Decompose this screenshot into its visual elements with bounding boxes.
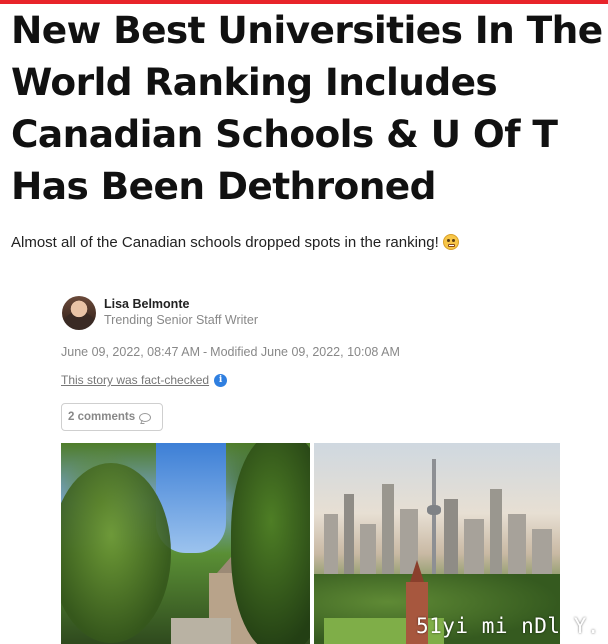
fact-check-link[interactable]: This story was fact-checked <box>61 373 209 387</box>
date-separator: - <box>203 345 208 359</box>
author-avatar[interactable] <box>62 296 96 330</box>
watermark-text: 51yi mi nDl Y. <box>416 614 601 638</box>
comments-label: 2 comments <box>68 411 136 423</box>
modified-date: Modified June 09, 2022, 10:08 AM <box>210 345 400 359</box>
headline-line: Has Been Dethroned <box>11 164 436 208</box>
info-icon[interactable]: i <box>214 373 228 387</box>
author-name[interactable]: Lisa Belmonte <box>104 297 258 312</box>
author-role: Trending Senior Staff Writer <box>104 313 259 327</box>
article-dates: June 09, 2022, 08:47 AM - Modified June 09… <box>61 345 400 359</box>
comments-button[interactable]: 2 comments <box>61 403 163 431</box>
author-byline[interactable]: Lisa Belmonte Trending Senior Staff Writ… <box>62 296 258 330</box>
headline-line: Canadian Schools & U Of T <box>11 112 558 156</box>
article-headline: New Best Universities In The World Ranki… <box>11 4 603 212</box>
article-dek: Almost all of the Canadian schools dropp… <box>11 233 601 253</box>
campus-trees-photo[interactable] <box>61 443 310 644</box>
author-info: Lisa Belmonte Trending Senior Staff Writ… <box>104 297 258 329</box>
grimacing-face-icon <box>442 234 459 250</box>
headline-line: World Ranking Includes <box>11 60 498 104</box>
comment-bubble-icon <box>139 412 152 422</box>
published-date: June 09, 2022, 08:47 AM <box>61 345 200 359</box>
fact-check: This story was fact-checked i <box>61 373 228 387</box>
headline-line: New Best Universities In The <box>11 8 603 52</box>
dek-text: Almost all of the Canadian schools dropp… <box>11 234 439 251</box>
